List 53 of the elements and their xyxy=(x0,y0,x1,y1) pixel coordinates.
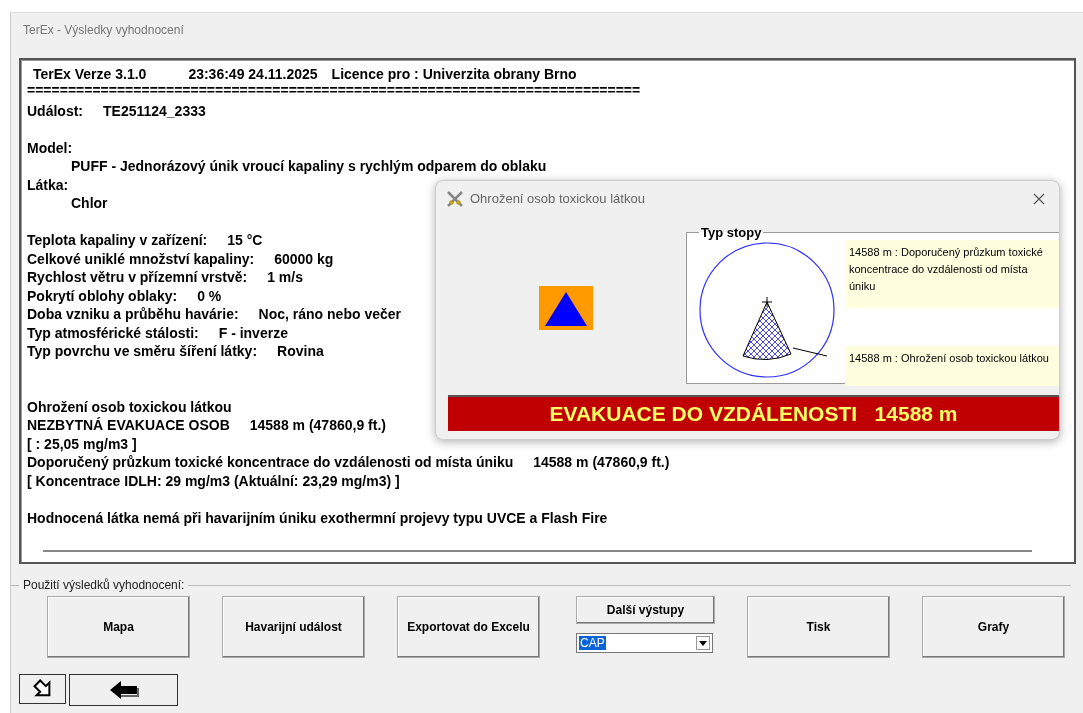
action-button[interactable]: Mapa xyxy=(47,596,190,658)
field-value: 0 % xyxy=(197,287,222,304)
action-button[interactable]: Havarijní událost xyxy=(222,596,365,658)
window-title: TerEx - Výsledky vyhodnocení xyxy=(23,22,184,37)
report-line: Ohrožení osob toxickou látkou xyxy=(27,398,232,415)
group-title: Použití výsledků vyhodnocení: xyxy=(22,578,186,592)
close-icon[interactable] xyxy=(1033,192,1045,205)
separator-line-text: =========================================================================== xyxy=(27,85,641,97)
field-label: Rychlost větru v přízemní vrstvě: xyxy=(27,269,248,285)
legend-note: 14588 m : Ohrožení osob toxickou látkou xyxy=(845,346,1059,386)
field-label: Pokrytí oblohy oblaky: xyxy=(27,287,178,304)
timestamp-text: 23:36:49 24.11.2025 xyxy=(188,65,318,82)
report-line: PUFF - Jednorázový únik vroucí kapaliny s rychlým odparem do oblaku xyxy=(71,158,547,174)
field-value: Noc, ráno nebo večer xyxy=(258,306,401,322)
field-value: 15 °C xyxy=(227,232,263,248)
field-label: NEZBYTNÁ EVAKUACE OSOB xyxy=(27,417,230,433)
field-value: 14588 m (47860,9 ft.) xyxy=(533,454,670,470)
field-label: Doporučený průzkum toxické koncentrace do vzdálenosti od místa úniku xyxy=(27,454,514,470)
field-value: F - inverze xyxy=(218,324,288,341)
report-line: Model: xyxy=(27,139,73,156)
report-line: [ : 25,05 mg/m3 ] xyxy=(27,435,137,452)
legend-note: 14588 m : Doporučený průzkum toxické koncentrace do vzdálenosti od místa úniku xyxy=(845,240,1059,308)
crossed-swords-icon xyxy=(446,189,464,208)
action-button[interactable]: Grafy xyxy=(922,596,1065,658)
field-label: Událost: xyxy=(27,102,83,119)
report-line: Chlor xyxy=(71,195,108,211)
version-text: TerEx Verze 3.1.0 xyxy=(33,65,147,82)
report-line: Látka: xyxy=(27,176,69,193)
nav-button[interactable] xyxy=(19,674,66,704)
report-line: [ Koncentrace IDLH: 29 mg/m3 (Aktuální: 23,29 mg/m3) ] xyxy=(27,472,400,489)
field-label: Celkové uniklé množství kapaliny: xyxy=(27,250,255,267)
field-label: Typ atmosférické stálosti: xyxy=(27,324,199,341)
output-dropdown[interactable]: CAP xyxy=(576,633,713,653)
field-value: Rovina xyxy=(277,343,324,359)
field-value: TE251124_2333 xyxy=(103,102,206,119)
field-value: 1 m/s xyxy=(267,269,303,285)
group-title: Typ stopy xyxy=(700,225,763,240)
evacuation-banner: EVAKUACE DO VZDÁLENOSTI 14588 m xyxy=(448,395,1059,431)
field-label: Doba vzniku a průběhu havárie: xyxy=(27,306,239,322)
civil-defence-sign-icon xyxy=(539,286,593,330)
field-value: 60000 kg xyxy=(274,250,334,267)
action-button[interactable]: Další výstupy xyxy=(576,596,715,624)
field-label: Teplota kapaliny v zařízení: xyxy=(27,232,208,248)
field-label: Typ povrchu ve směru šíření látky: xyxy=(27,343,258,359)
action-button[interactable]: Tisk xyxy=(747,596,890,658)
dialog-title: Ohrožení osob toxickou látkou xyxy=(470,191,646,206)
license-text: Licence pro : Univerzita obrany Brno xyxy=(331,65,577,82)
action-button[interactable]: Exportovat do Excelu xyxy=(397,596,540,658)
back-button[interactable] xyxy=(69,674,178,706)
report-line: Hodnocená látka nemá při havarijním úniku exothermní projevy typu UVCE a Flash Fire xyxy=(27,509,608,526)
scroll-bar[interactable] xyxy=(43,550,1032,552)
dropdown-arrow-icon xyxy=(699,640,707,646)
field-value: 14588 m (47860,9 ft.) xyxy=(249,417,386,433)
